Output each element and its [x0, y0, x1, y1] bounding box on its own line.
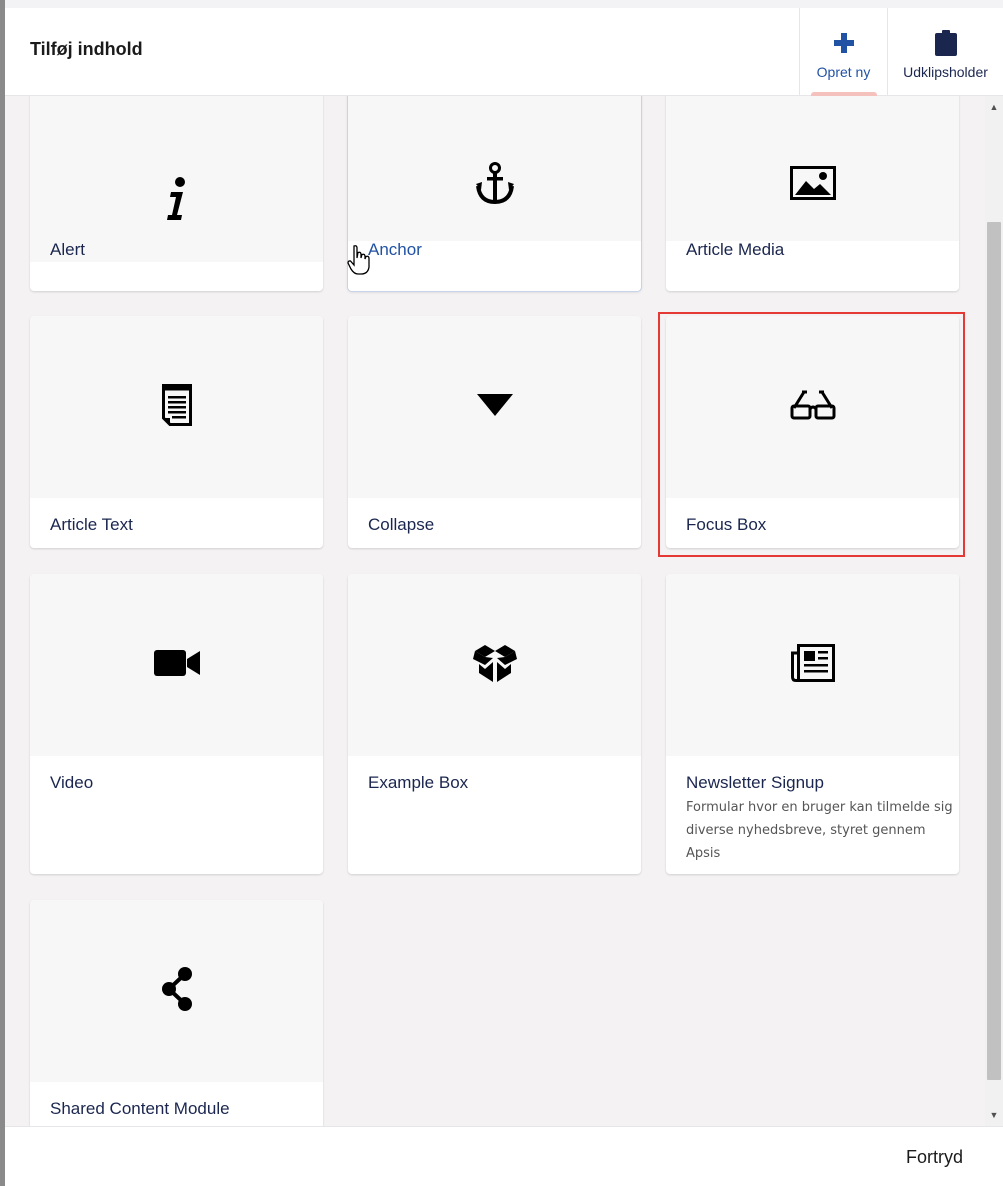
scroll-down-arrow-icon[interactable]: ▼ — [985, 1106, 1003, 1124]
block-card-anchor[interactable]: Anchor — [348, 96, 641, 291]
dialog-footer: Fortryd — [5, 1126, 1003, 1186]
block-picker-grid: Alert Anchor Article Media Article Text — [5, 96, 985, 1126]
card-title: Video — [50, 773, 94, 792]
tab-create-new-label: Opret ny — [816, 64, 871, 80]
scroll-up-arrow-icon[interactable]: ▲ — [985, 98, 1003, 116]
block-card-focus-box[interactable]: Focus Box — [666, 316, 959, 548]
card-title: Focus Box — [686, 515, 767, 534]
block-card-shared-content-module[interactable]: Shared Content Module — [30, 900, 323, 1126]
hand-pointer-cursor — [347, 244, 373, 281]
tab-clipboard[interactable]: Udklipsholder — [887, 8, 1003, 96]
tab-clipboard-label: Udklipsholder — [903, 64, 988, 80]
video-camera-icon — [153, 649, 200, 681]
card-thumbnail — [30, 316, 323, 498]
tab-create-new[interactable]: Opret ny — [799, 8, 887, 96]
card-thumbnail — [30, 574, 323, 756]
glasses-icon — [790, 390, 836, 425]
window-top-edge — [0, 0, 1003, 8]
card-thumbnail — [348, 316, 641, 498]
card-title: Article Media — [686, 240, 785, 259]
card-thumbnail — [666, 316, 959, 498]
card-thumbnail — [30, 96, 323, 262]
block-card-video[interactable]: Video — [30, 574, 323, 874]
card-title: Shared Content Module — [50, 1099, 230, 1118]
newspaper-icon — [790, 643, 835, 687]
clipboard-icon — [934, 30, 957, 56]
scrollbar-thumb[interactable] — [987, 222, 1001, 1080]
block-card-alert[interactable]: Alert — [30, 96, 323, 291]
card-thumbnail — [666, 96, 959, 241]
block-card-article-text[interactable]: Article Text — [30, 316, 323, 548]
block-card-article-media[interactable]: Article Media — [666, 96, 959, 291]
card-description: Formular hvor en bruger kan tilmelde sig… — [686, 800, 953, 861]
card-title: Alert — [50, 240, 85, 259]
card-thumbnail — [348, 96, 641, 241]
cancel-button[interactable]: Fortryd — [906, 1147, 963, 1168]
card-title: Anchor — [368, 240, 422, 259]
card-thumbnail — [666, 574, 959, 756]
block-card-collapse[interactable]: Collapse — [348, 316, 641, 548]
plus-icon — [833, 30, 855, 56]
dialog-header: Tilføj indhold Opret ny Udklipsholder — [5, 8, 1003, 96]
card-thumbnail — [348, 574, 641, 756]
caret-down-icon — [476, 393, 513, 421]
dialog-title: Tilføj indhold — [30, 39, 143, 59]
document-text-icon — [161, 383, 192, 431]
card-title: Article Text — [50, 515, 133, 534]
card-title: Newsletter Signup — [686, 773, 824, 792]
info-icon — [166, 176, 188, 226]
card-title: Collapse — [368, 515, 435, 534]
block-card-example-box[interactable]: Example Box — [348, 574, 641, 874]
box-icon — [472, 643, 517, 688]
vertical-scrollbar[interactable]: ▲ ▼ — [985, 96, 1003, 1126]
anchor-icon — [475, 162, 514, 209]
block-card-newsletter-signup[interactable]: Newsletter Signup Formular hvor en bruge… — [666, 574, 959, 874]
card-title: Example Box — [368, 773, 469, 792]
image-icon — [789, 166, 836, 205]
card-thumbnail — [30, 900, 323, 1082]
share-icon — [161, 966, 193, 1017]
